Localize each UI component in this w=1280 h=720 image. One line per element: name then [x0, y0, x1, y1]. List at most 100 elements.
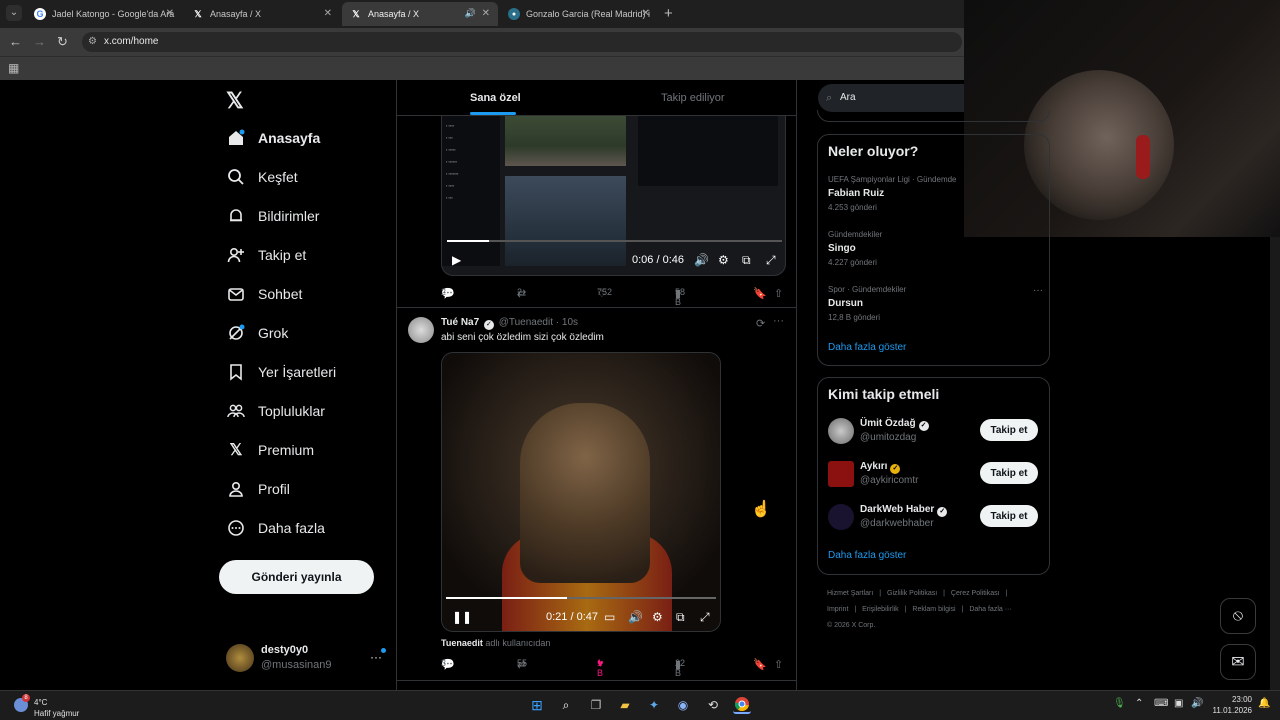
keyboard-icon[interactable]: ⌨: [1154, 698, 1168, 709]
video-progress-bar[interactable]: [446, 597, 716, 599]
post-button[interactable]: Gönderi yayınla: [219, 560, 374, 594]
reload-icon[interactable]: ↻: [57, 34, 68, 50]
more-icon[interactable]: ···: [773, 315, 784, 327]
sidebar-item-bookmarks[interactable]: Yer İşaretleri: [226, 358, 336, 386]
follow-button[interactable]: Takip et: [980, 462, 1038, 484]
close-icon[interactable]: ✕: [482, 8, 490, 19]
post2-video[interactable]: ❚❚ 0:21 / 0:47 ▭ 🔊 ⚙ ⧉ ⤢: [441, 352, 721, 632]
task-view-icon[interactable]: ❐: [587, 696, 605, 714]
chrome-icon[interactable]: [733, 696, 751, 714]
author-name[interactable]: Tué Na7: [441, 317, 479, 328]
pip-icon[interactable]: ⧉: [742, 253, 751, 268]
search-input[interactable]: ⌕ Ara: [818, 84, 964, 112]
x-logo[interactable]: 𝕏: [226, 88, 244, 114]
speaker-icon[interactable]: 🔊: [465, 8, 476, 19]
clock-date: 11.01.2026: [1212, 706, 1252, 715]
bookmarks-bar: ▦: [0, 56, 964, 80]
tab-search-button[interactable]: ⌄: [6, 5, 22, 21]
footer-link-accessibility[interactable]: Erişilebilirlik: [862, 606, 899, 613]
follow-button[interactable]: Takip et: [980, 419, 1038, 441]
address-bar[interactable]: ⚙ x.com/home: [82, 32, 962, 52]
sidebar-item-grok[interactable]: Grok: [226, 319, 288, 347]
trend-item[interactable]: Gündemdekiler Singo 4.227 gönderi: [828, 230, 1043, 267]
trend-item[interactable]: UEFA Şampiyonlar Ligi · Gündemde Fabian …: [828, 175, 1043, 212]
pause-icon[interactable]: ❚❚: [452, 610, 472, 624]
fullscreen-icon[interactable]: ⤢: [766, 253, 776, 268]
new-tab-button[interactable]: +: [664, 5, 673, 22]
close-icon[interactable]: ✕: [166, 8, 174, 19]
file-explorer-icon[interactable]: ▰: [616, 696, 634, 714]
sidebar-item-profile[interactable]: Profil: [226, 475, 290, 503]
post1-video[interactable]: ▪ ▪▪▪▪ ▪ ▪▪▪ ▪ ▪▪▪▪▪ ▪ ▪▪▪▪▪▪ ▪ ▪▪▪▪▪▪▪ ▪ ▪▪▪…: [441, 116, 786, 276]
sidebar-item-more[interactable]: Daha fazla: [226, 514, 325, 542]
sidebar-item-notifications[interactable]: Bildirimler: [226, 202, 319, 230]
back-arrow-icon[interactable]: ←: [9, 34, 22, 49]
close-icon[interactable]: ✕: [324, 8, 332, 19]
captions-icon[interactable]: ▭: [604, 610, 615, 624]
tab-following[interactable]: Takip ediliyor: [661, 92, 725, 104]
trend-item[interactable]: Spor · Gündemdekiler Dursun 12,8 B gönde…: [828, 285, 1043, 322]
mic-icon[interactable]: 🎙: [1113, 698, 1126, 709]
timeline-tabs: Sana özel Takip ediliyor: [397, 80, 796, 116]
sidebar-item-communities[interactable]: Topluluklar: [226, 397, 325, 425]
play-icon[interactable]: ▶: [452, 253, 461, 267]
system-clock[interactable]: 23:00 11.01.2026: [1212, 694, 1252, 716]
footer-link-ads[interactable]: Reklam bilgisi: [912, 606, 955, 613]
chevron-up-icon[interactable]: ⌃: [1135, 698, 1143, 709]
forward-arrow-icon[interactable]: →: [33, 34, 46, 49]
footer-link-cookies[interactable]: Çerez Politikası: [951, 590, 1000, 597]
fullscreen-icon[interactable]: ⤢: [700, 610, 710, 625]
browser-tab-x-active[interactable]: 𝕏 Anasayfa / X 🔊 ✕: [342, 2, 498, 26]
browser-tab-google[interactable]: G Jadel Katongo - Google'da Ara ✕: [26, 2, 182, 26]
more-icon[interactable]: ···: [370, 650, 382, 664]
footer-link-more[interactable]: Daha fazla ···: [969, 606, 1011, 613]
follow-suggestion[interactable]: Ümit Özdağ ✓ @umitozdag Takip et: [828, 418, 1043, 448]
app-icon[interactable]: ✦: [645, 696, 663, 714]
sidebar-item-home[interactable]: Anasayfa: [226, 124, 320, 152]
avatar[interactable]: [408, 317, 434, 343]
follow-suggestion[interactable]: DarkWeb Haber ✓ @darkwebhaber Takip et: [828, 504, 1043, 534]
follow-suggestion[interactable]: Aykırı ✓ @aykiricomtr Takip et: [828, 461, 1043, 491]
messages-fab[interactable]: ✉: [1220, 644, 1256, 680]
grok-icon[interactable]: ⟳: [756, 317, 765, 330]
browser-tab-gonzalo[interactable]: ● Gonzalo Garcia (Real Madrid) i ✕: [500, 2, 658, 26]
footer-link-terms[interactable]: Hizmet Şartları: [827, 590, 873, 597]
more-icon[interactable]: ···: [1033, 285, 1043, 296]
windows-start-icon[interactable]: ⊞: [528, 696, 546, 714]
source-user[interactable]: Tuenaedit: [441, 638, 483, 648]
app-icon[interactable]: ⟲: [704, 696, 722, 714]
sidebar-item-follow[interactable]: Takip et: [226, 241, 306, 269]
volume-icon[interactable]: 🔊: [1191, 698, 1203, 709]
sidebar-item-explore[interactable]: Keşfet: [226, 163, 298, 191]
close-icon[interactable]: ✕: [642, 8, 650, 19]
pip-icon[interactable]: ⧉: [676, 610, 685, 625]
apps-grid-icon[interactable]: ▦: [8, 61, 19, 75]
follow-button[interactable]: Takip et: [980, 505, 1038, 527]
search-icon: [226, 167, 246, 187]
account-switcher[interactable]: desty0y0 @musasinan9 ···: [226, 642, 391, 678]
search-icon[interactable]: ⌕: [557, 696, 575, 714]
footer-link-imprint[interactable]: Imprint: [827, 606, 848, 613]
notification-icon[interactable]: 🔔: [1258, 698, 1270, 709]
network-icon[interactable]: ▣: [1174, 698, 1183, 709]
grok-fab[interactable]: ⦸: [1220, 598, 1256, 634]
show-more-link[interactable]: Daha fazla göster: [828, 550, 906, 561]
browser-tab-x-1[interactable]: 𝕏 Anasayfa / X ✕: [184, 2, 340, 26]
tab-for-you[interactable]: Sana özel: [470, 92, 521, 104]
volume-icon[interactable]: 🔊: [694, 253, 709, 267]
site-info-icon[interactable]: ⚙: [88, 32, 97, 52]
show-more-link[interactable]: Daha fazla göster: [828, 342, 906, 353]
settings-icon[interactable]: ⚙: [718, 253, 729, 267]
post-time[interactable]: 10s: [562, 317, 578, 328]
sidebar-item-premium[interactable]: 𝕏 Premium: [226, 436, 314, 464]
repost-count: 55: [517, 658, 528, 668]
trend-name: Fabian Ruiz: [828, 188, 885, 199]
video-progress-bar[interactable]: [447, 240, 782, 242]
page-scrollbar[interactable]: [1270, 237, 1280, 690]
sidebar-item-chat[interactable]: Sohbet: [226, 280, 302, 308]
app-icon[interactable]: ◉: [674, 696, 692, 714]
author-handle[interactable]: @Tuenaedit: [499, 317, 553, 328]
volume-icon[interactable]: 🔊: [628, 610, 643, 624]
footer-link-privacy[interactable]: Gizlilik Politikası: [887, 590, 937, 597]
settings-icon[interactable]: ⚙: [652, 610, 663, 624]
